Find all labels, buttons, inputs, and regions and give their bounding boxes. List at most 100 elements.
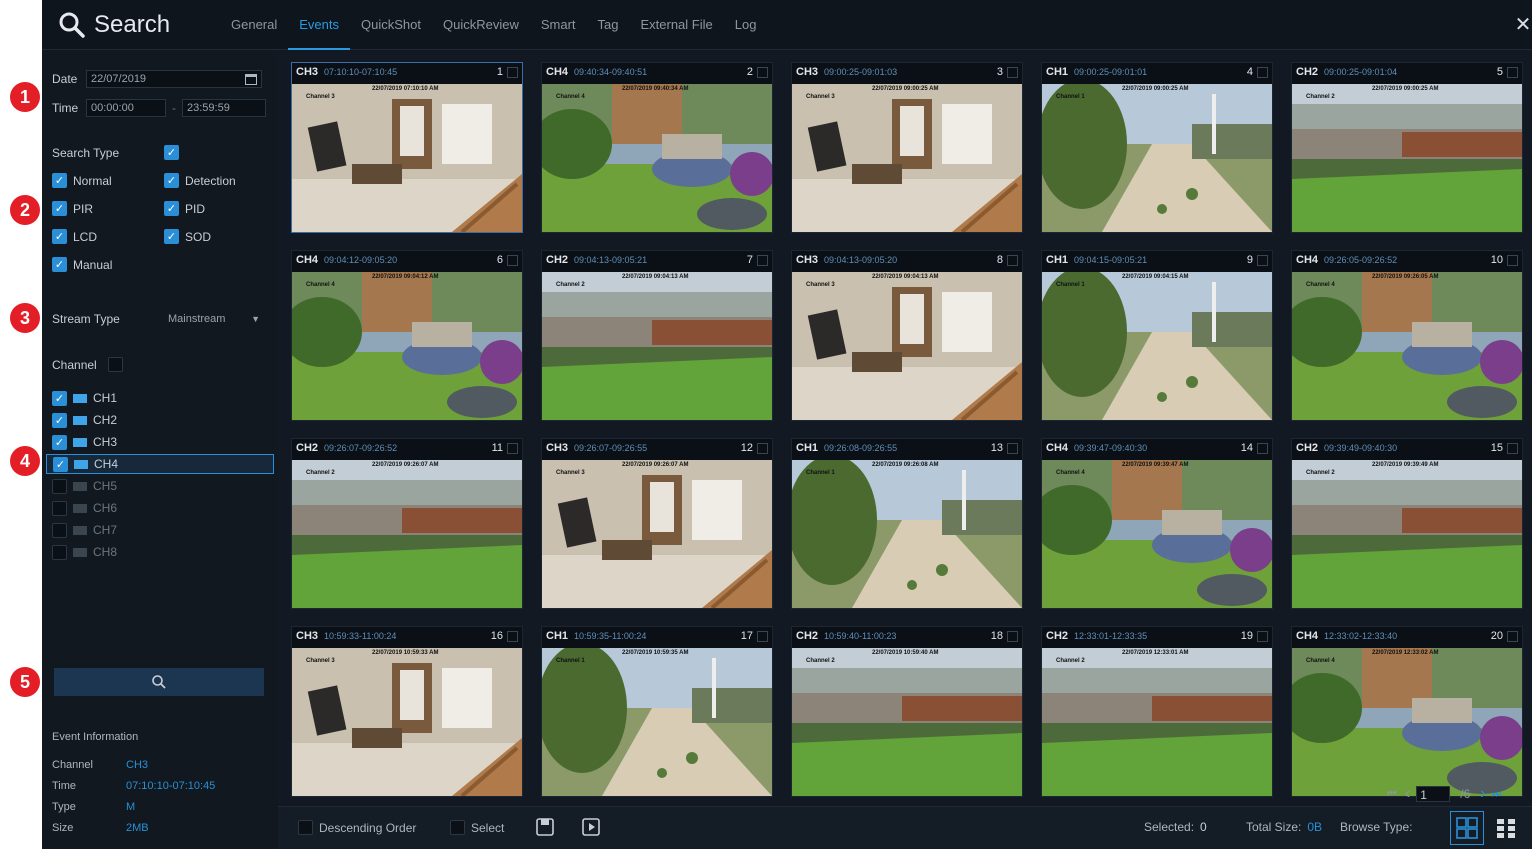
event-thumbnail[interactable]: CH2 10:59:40-11:00:23 18 Channel 2 22/07/201… — [791, 626, 1023, 797]
channel-item-ch8[interactable]: CH8 — [46, 542, 274, 562]
channel-item-ch3[interactable]: ✓ CH3 — [46, 432, 274, 452]
event-thumbnail[interactable]: CH2 09:00:25-09:01:04 5 Channel 2 22/07/2019… — [1291, 62, 1523, 233]
time-from-field[interactable]: 00:00:00 — [86, 99, 166, 117]
search-type-checkbox[interactable]: ✓ — [164, 173, 179, 188]
descending-order-option[interactable]: Descending Order — [298, 820, 416, 835]
channel-item-ch5[interactable]: CH5 — [46, 476, 274, 496]
search-type-lcd[interactable]: ✓ LCD — [52, 229, 97, 244]
thumbnail-checkbox[interactable] — [1007, 442, 1018, 454]
search-type-sod[interactable]: ✓ SOD — [164, 229, 211, 244]
thumbnail-checkbox[interactable] — [1507, 66, 1518, 78]
event-thumbnail[interactable]: CH4 12:33:02-12:33:40 20 Channel 4 22/07/201… — [1291, 626, 1523, 797]
thumbnail-checkbox[interactable] — [1007, 254, 1018, 266]
thumbnail-checkbox[interactable] — [757, 630, 768, 642]
tab-external-file[interactable]: External File — [629, 0, 723, 50]
save-button[interactable] — [535, 817, 555, 837]
tab-log[interactable]: Log — [724, 0, 768, 50]
search-type-detection[interactable]: ✓ Detection — [164, 173, 236, 188]
time-to-field[interactable]: 23:59:59 — [182, 99, 266, 117]
thumbnail-checkbox[interactable] — [757, 442, 768, 454]
search-type-checkbox[interactable]: ✓ — [164, 229, 179, 244]
search-type-manual[interactable]: ✓ Manual — [52, 257, 112, 272]
stream-type-select[interactable]: Mainstream ▼ — [164, 310, 264, 328]
channel-item-ch2[interactable]: ✓ CH2 — [46, 410, 274, 430]
play-button[interactable] — [581, 817, 601, 837]
thumbnail-checkbox[interactable] — [757, 254, 768, 266]
event-thumbnail[interactable]: CH2 09:39:49-09:40:30 15 Channel 2 22/07/201… — [1291, 438, 1523, 609]
thumbnail-checkbox[interactable] — [1007, 630, 1018, 642]
channel-checkbox[interactable]: ✓ — [52, 412, 67, 428]
event-thumbnail[interactable]: CH4 09:40:34-09:40:51 2 Channel 4 22/07/2019… — [541, 62, 773, 233]
prev-page-icon[interactable]: ‹ — [1405, 785, 1410, 803]
thumbnail-checkbox[interactable] — [1507, 630, 1518, 642]
tab-quickshot[interactable]: QuickShot — [350, 0, 432, 50]
thumbnail-checkbox[interactable] — [507, 66, 518, 78]
event-thumbnail[interactable]: CH1 09:26:08-09:26:55 13 Channel 1 22/07/201… — [791, 438, 1023, 609]
event-thumbnail[interactable]: CH1 10:59:35-11:00:24 17 Channel 1 22/07/201… — [541, 626, 773, 797]
thumbnail-checkbox[interactable] — [757, 66, 768, 78]
tab-tag[interactable]: Tag — [587, 0, 630, 50]
search-type-pid[interactable]: ✓ PID — [164, 201, 205, 216]
next-page-icon[interactable]: › — [1480, 785, 1485, 803]
search-type-pir[interactable]: ✓ PIR — [52, 201, 93, 216]
search-type-checkbox[interactable]: ✓ — [52, 173, 67, 188]
tab-events[interactable]: Events — [288, 0, 350, 50]
select-checkbox[interactable] — [450, 820, 465, 835]
event-thumbnail[interactable]: CH4 09:39:47-09:40:30 14 Channel 4 22/07/201… — [1041, 438, 1273, 609]
channel-item-ch4[interactable]: ✓ CH4 — [46, 454, 274, 474]
channel-checkbox[interactable]: ✓ — [52, 434, 67, 450]
event-thumbnail[interactable]: CH3 09:04:13-09:05:20 8 Channel 3 22/07/2019… — [791, 250, 1023, 421]
channel-item-ch7[interactable]: CH7 — [46, 520, 274, 540]
event-thumbnail[interactable]: CH3 09:00:25-09:01:03 3 Channel 3 22/07/2019… — [791, 62, 1023, 233]
search-type-checkbox[interactable]: ✓ — [52, 229, 67, 244]
close-icon[interactable]: ✕ — [1514, 14, 1532, 36]
channel-all-checkbox[interactable] — [108, 357, 123, 372]
tab-quickreview[interactable]: QuickReview — [432, 0, 530, 50]
search-button[interactable] — [54, 668, 264, 696]
page-number-field[interactable]: 1 — [1416, 786, 1451, 802]
tab-general[interactable]: General — [220, 0, 288, 50]
search-type-checkbox[interactable]: ✓ — [52, 257, 67, 272]
search-type-all-checkbox[interactable]: ✓ — [164, 145, 179, 160]
channel-checkbox[interactable] — [52, 500, 67, 516]
thumbnail-checkbox[interactable] — [507, 630, 518, 642]
thumbnail-view-button[interactable] — [1450, 811, 1484, 845]
event-thumbnail[interactable]: CH2 12:33:01-12:33:35 19 Channel 2 22/07/201… — [1041, 626, 1273, 797]
list-thumbnail-view-button[interactable] — [1489, 811, 1523, 845]
event-thumbnail[interactable]: CH2 09:04:13-09:05:21 7 Channel 2 22/07/2019… — [541, 250, 773, 421]
select-option[interactable]: Select — [450, 820, 504, 835]
event-thumbnail[interactable]: CH4 09:04:12-09:05:20 6 Channel 4 22/07/2019… — [291, 250, 523, 421]
channel-item-ch1[interactable]: ✓ CH1 — [46, 388, 274, 408]
thumbnail-checkbox[interactable] — [1507, 254, 1518, 266]
event-thumbnail[interactable]: CH3 07:10:10-07:10:45 1 Channel 3 22/07/2019… — [291, 62, 523, 233]
thumbnail-checkbox[interactable] — [1257, 630, 1268, 642]
channel-checkbox[interactable] — [52, 544, 67, 560]
event-thumbnail[interactable]: CH1 09:04:15-09:05:21 9 Channel 1 22/07/2019… — [1041, 250, 1273, 421]
channel-item-ch6[interactable]: CH6 — [46, 498, 274, 518]
channel-checkbox[interactable]: ✓ — [53, 456, 68, 472]
calendar-icon[interactable] — [245, 73, 257, 85]
thumbnail-checkbox[interactable] — [1007, 66, 1018, 78]
channel-checkbox[interactable]: ✓ — [52, 390, 67, 406]
last-page-icon[interactable]: ⏭ — [1492, 788, 1502, 801]
thumbnail-checkbox[interactable] — [1507, 442, 1518, 454]
event-thumbnail[interactable]: CH3 09:26:07-09:26:55 12 Channel 3 22/07/201… — [541, 438, 773, 609]
thumbnail-checkbox[interactable] — [507, 442, 518, 454]
thumbnail-checkbox[interactable] — [1257, 254, 1268, 266]
event-thumbnail[interactable]: CH3 10:59:33-11:00:24 16 Channel 3 22/07/201… — [291, 626, 523, 797]
tab-smart[interactable]: Smart — [530, 0, 587, 50]
event-thumbnail[interactable]: CH2 09:26:07-09:26:52 11 Channel 2 22/07/201… — [291, 438, 523, 609]
search-type-normal[interactable]: ✓ Normal — [52, 173, 112, 188]
search-type-checkbox[interactable]: ✓ — [52, 201, 67, 216]
search-type-checkbox[interactable]: ✓ — [164, 201, 179, 216]
date-field[interactable]: 22/07/2019 — [86, 70, 262, 88]
thumbnail-checkbox[interactable] — [1257, 442, 1268, 454]
thumbnail-checkbox[interactable] — [507, 254, 518, 266]
thumbnail-checkbox[interactable] — [1257, 66, 1268, 78]
first-page-icon[interactable]: ⏮ — [1387, 788, 1397, 801]
channel-checkbox[interactable] — [52, 478, 67, 494]
event-thumbnail[interactable]: CH1 09:00:25-09:01:01 4 Channel 1 22/07/2019… — [1041, 62, 1273, 233]
descending-order-checkbox[interactable] — [298, 820, 313, 835]
channel-checkbox[interactable] — [52, 522, 67, 538]
event-thumbnail[interactable]: CH4 09:26:05-09:26:52 10 Channel 4 22/07/201… — [1291, 250, 1523, 421]
